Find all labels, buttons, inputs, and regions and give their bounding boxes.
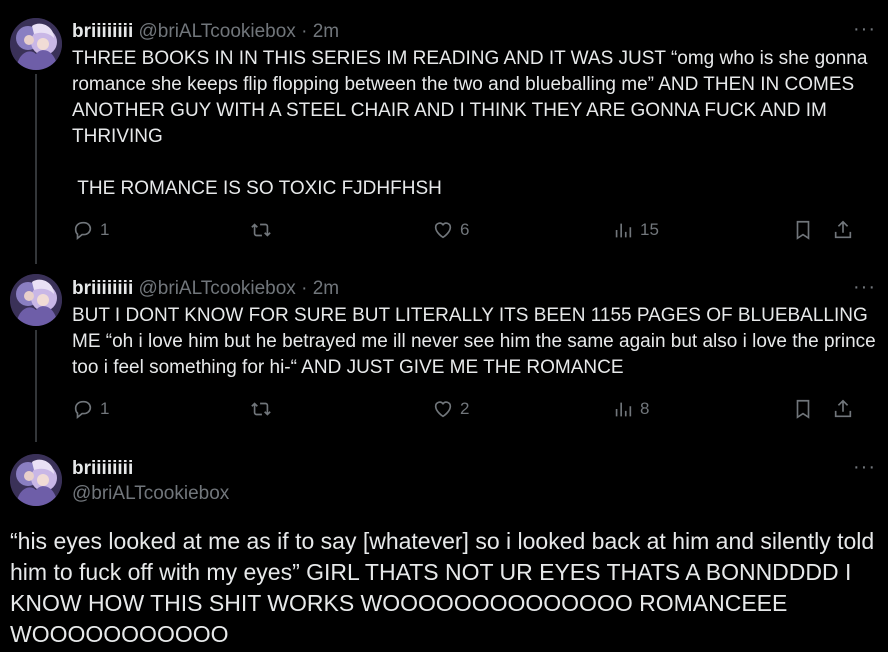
thread-line xyxy=(35,330,37,442)
share-button[interactable] xyxy=(832,219,854,241)
tweet-actions: 1 6 15 xyxy=(72,219,862,245)
user-handle[interactable]: @briALTcookiebox xyxy=(139,21,296,42)
tweet-actions: 1 2 8 xyxy=(72,398,862,424)
display-name[interactable]: briiiiiiii xyxy=(72,458,133,480)
share-icon xyxy=(834,220,852,239)
reply-icon xyxy=(74,400,92,419)
like-count: 2 xyxy=(460,399,470,418)
retweet-button[interactable] xyxy=(250,219,278,241)
tweet-text: THREE BOOKS IN IN THIS SERIES IM READING… xyxy=(72,48,868,199)
views-icon xyxy=(615,223,632,238)
bookmark-button[interactable] xyxy=(792,398,814,420)
avatar[interactable] xyxy=(10,454,62,506)
bookmark-button[interactable] xyxy=(792,219,814,241)
separator-dot: · xyxy=(301,21,308,42)
thread-tweet-2[interactable]: briiiiiiii @briALTcookiebox · 2m ··· BUT… xyxy=(0,262,888,442)
display-name[interactable]: briiiiiiii xyxy=(72,21,133,42)
like-button[interactable]: 2 xyxy=(432,398,469,420)
more-options-icon[interactable]: ··· xyxy=(853,18,876,41)
user-handle[interactable]: @briALTcookiebox xyxy=(72,483,229,505)
reply-icon xyxy=(74,221,92,240)
tweet-header: briiiiiiii @briALTcookiebox · 2m xyxy=(72,21,339,43)
views-count: 15 xyxy=(640,220,659,239)
thread-tweet-1[interactable]: briiiiiiii @briALTcookiebox · 2m ··· THR… xyxy=(0,0,888,264)
timestamp[interactable]: 2m xyxy=(313,21,339,42)
bookmark-icon xyxy=(796,399,810,419)
views-icon xyxy=(615,402,632,417)
bookmark-icon xyxy=(796,220,810,240)
avatar[interactable] xyxy=(10,18,62,70)
tweet-text: BUT I DONT KNOW FOR SURE BUT LITERALLY I… xyxy=(72,305,881,378)
views-count: 8 xyxy=(640,399,650,418)
share-button[interactable] xyxy=(832,398,854,420)
reply-button[interactable]: 1 xyxy=(72,398,109,420)
like-count: 6 xyxy=(460,220,470,239)
tweet-text: “his eyes looked at me as if to say [wha… xyxy=(10,528,881,647)
display-name[interactable]: briiiiiiii xyxy=(72,278,133,299)
reply-button[interactable]: 1 xyxy=(72,219,109,241)
heart-icon xyxy=(434,222,452,239)
user-handle[interactable]: @briALTcookiebox xyxy=(139,278,296,299)
retweet-icon xyxy=(251,223,271,237)
more-options-icon[interactable]: ··· xyxy=(853,456,876,479)
more-options-icon[interactable]: ··· xyxy=(853,276,876,299)
like-button[interactable]: 6 xyxy=(432,219,469,241)
retweet-button[interactable] xyxy=(250,398,278,420)
share-icon xyxy=(834,399,852,418)
views-button[interactable]: 8 xyxy=(612,398,649,420)
heart-icon xyxy=(434,401,452,418)
reply-count: 1 xyxy=(100,220,110,239)
reply-count: 1 xyxy=(100,399,110,418)
timestamp[interactable]: 2m xyxy=(313,278,339,299)
tweet-header: briiiiiiii @briALTcookiebox · 2m xyxy=(72,278,339,300)
retweet-icon xyxy=(251,402,271,416)
separator-dot: · xyxy=(301,278,308,299)
focused-tweet: briiiiiiii @briALTcookiebox ··· “his eye… xyxy=(0,442,888,652)
thread-line xyxy=(35,74,37,264)
avatar[interactable] xyxy=(10,274,62,326)
views-button[interactable]: 15 xyxy=(612,219,659,241)
